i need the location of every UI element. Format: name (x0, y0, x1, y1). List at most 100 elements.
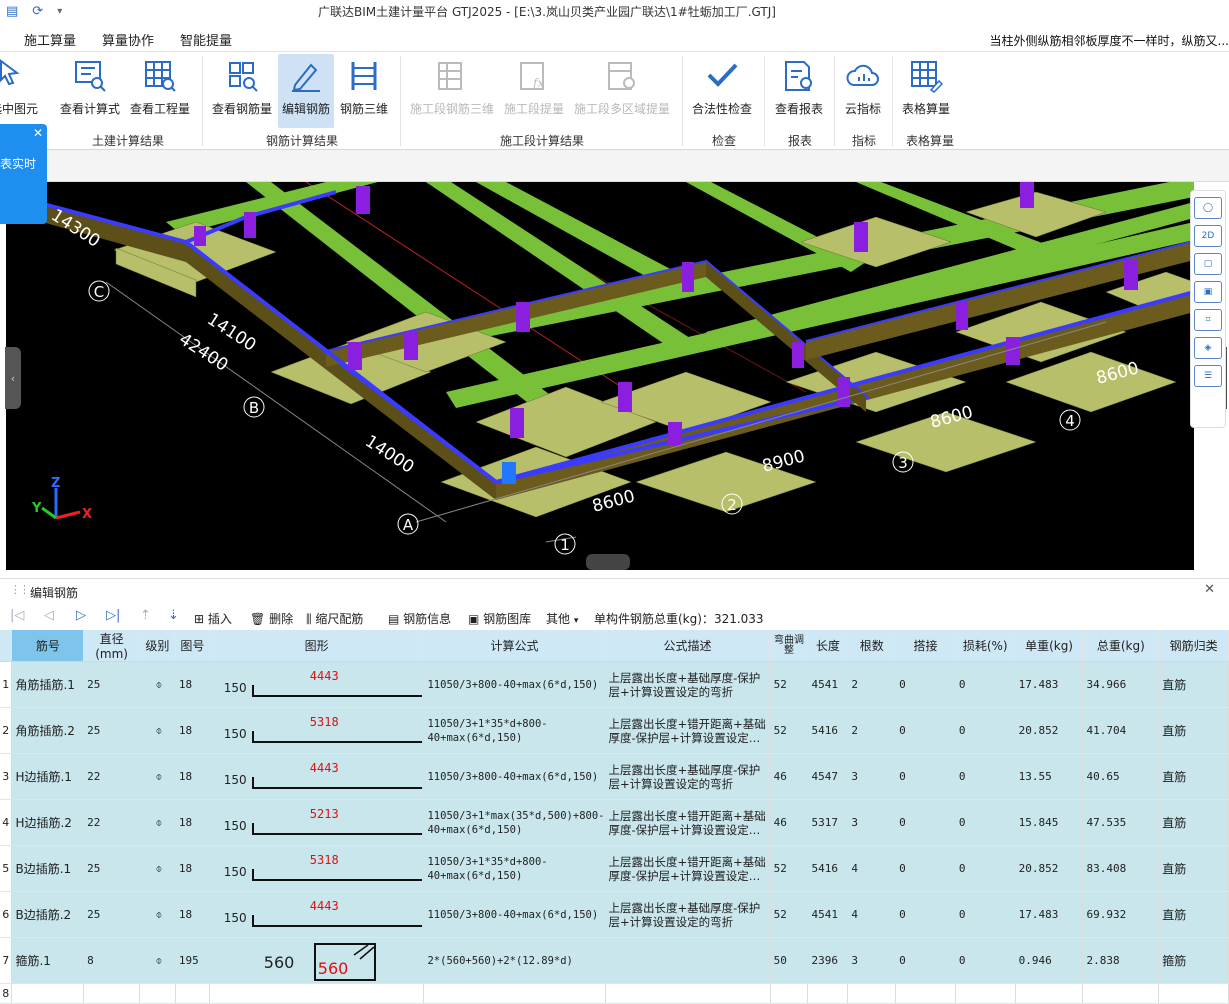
cell-shape[interactable]: 150 5318 (209, 707, 425, 754)
col-header[interactable]: 长度 (807, 630, 849, 662)
notification-popup[interactable]: ✕ 表实时 (0, 124, 47, 224)
cell-bar-name[interactable]: 角筋插筋.2 (11, 707, 85, 754)
cell-bend-adjust[interactable]: 50 (770, 937, 809, 984)
cell-description[interactable]: 上层露出长度+错开距离+基础厚度-保护层+计算设置设定… (605, 845, 771, 892)
col-header[interactable]: 弯曲调整 (770, 630, 809, 662)
table-calc-button[interactable]: 表格算量 (898, 54, 954, 128)
legality-check-button[interactable]: 合法性检查 (690, 54, 754, 128)
cell-count[interactable]: 2 (847, 707, 897, 754)
cell-loss[interactable]: 0 (955, 753, 1016, 800)
cell-count[interactable]: 4 (847, 891, 897, 938)
cell-formula[interactable]: 11050/3+800-40+max(6*d,150) (423, 753, 606, 800)
cell-diameter[interactable]: 25 (83, 891, 141, 938)
cell-shape[interactable]: 150 4443 (209, 753, 425, 800)
tab-construction-calc[interactable]: 施工算量 (24, 30, 76, 49)
cell-figure-no[interactable]: 18 (175, 891, 210, 938)
cell-total-weight[interactable]: 40.65 (1082, 753, 1160, 800)
cell-shape[interactable]: 150 4443 (209, 661, 425, 708)
cell-bar-name[interactable]: H边插筋.1 (11, 753, 85, 800)
cell-category[interactable]: 直筋 (1158, 799, 1229, 846)
cell-count[interactable]: 3 (847, 753, 897, 800)
move-up-icon[interactable]: ⇡ (140, 608, 151, 623)
cell-bar-name[interactable]: 箍筋.1 (11, 937, 85, 984)
cell-shape[interactable]: 150 5213 (209, 799, 425, 846)
cell-length[interactable]: 5416 (807, 707, 849, 754)
cell-unit-weight[interactable]: 0.946 (1015, 937, 1084, 984)
cell-count[interactable]: 2 (847, 661, 897, 708)
cell-length[interactable]: 4547 (807, 753, 849, 800)
empty-cell[interactable] (1082, 983, 1160, 1004)
table-row[interactable]: 7 箍筋.1 8 ⌽ 195 560 560 2*(560+560)+2*(12.… (0, 937, 1229, 984)
cell-unit-weight[interactable]: 20.852 (1015, 845, 1084, 892)
empty-cell[interactable] (770, 983, 809, 1004)
view-formula-button[interactable]: 查看计算式 (58, 54, 122, 128)
3d-solid-icon[interactable]: ▣ (1194, 281, 1222, 303)
rebar-info-button[interactable]: ▤ 钢筋信息 (388, 610, 451, 627)
table-row[interactable]: 6 B边插筋.2 25 ⌽ 18 150 4443 11050/3+800-40+… (0, 891, 1229, 938)
cell-grade[interactable]: ⌽ (139, 799, 176, 846)
prev-record-icon[interactable]: ◁ (44, 608, 54, 623)
cell-bend-adjust[interactable]: 52 (770, 661, 809, 708)
cell-unit-weight[interactable]: 20.852 (1015, 707, 1084, 754)
edit-rebar-button[interactable]: 编辑钢筋 (278, 54, 334, 128)
last-record-icon[interactable]: ▷| (106, 608, 120, 623)
row-number[interactable]: 4 (0, 799, 13, 846)
empty-cell[interactable] (895, 983, 956, 1004)
cell-category[interactable]: 箍筋 (1158, 937, 1229, 984)
empty-cell[interactable] (209, 983, 425, 1004)
save-icon[interactable]: ▤ (6, 4, 18, 19)
cell-shape[interactable]: 150 4443 (209, 891, 425, 938)
empty-cell[interactable] (605, 983, 771, 1004)
cell-loss[interactable]: 0 (955, 661, 1016, 708)
cell-bar-name[interactable]: H边插筋.2 (11, 799, 85, 846)
empty-cell[interactable] (1015, 983, 1084, 1004)
col-header[interactable]: 图号 (175, 630, 210, 662)
row-number[interactable]: 2 (0, 707, 13, 754)
cell-figure-no[interactable]: 18 (175, 661, 210, 708)
delete-button[interactable]: 🗑 删除 (250, 610, 293, 627)
cell-diameter[interactable]: 25 (83, 845, 141, 892)
segment-multi-area-button[interactable]: 施工段多区域提量 (572, 54, 672, 128)
cell-length[interactable]: 5416 (807, 845, 849, 892)
cell-bar-name[interactable]: 角筋插筋.1 (11, 661, 85, 708)
cell-length[interactable]: 4541 (807, 891, 849, 938)
dropdown-icon[interactable]: ▾ (57, 4, 62, 19)
empty-cell[interactable] (423, 983, 606, 1004)
tab-collaboration[interactable]: 算量协作 (102, 30, 154, 49)
cell-grade[interactable]: ⌽ (139, 661, 176, 708)
cell-category[interactable]: 直筋 (1158, 753, 1229, 800)
cell-loss[interactable]: 0 (955, 707, 1016, 754)
col-header[interactable]: 级别 (139, 630, 176, 662)
col-header[interactable]: 单重(kg) (1015, 630, 1084, 662)
cell-shape[interactable]: 150 5318 (209, 845, 425, 892)
cell-unit-weight[interactable]: 17.483 (1015, 891, 1084, 938)
cell-bend-adjust[interactable]: 46 (770, 753, 809, 800)
first-record-icon[interactable]: |◁ (10, 608, 24, 623)
cell-total-weight[interactable]: 69.932 (1082, 891, 1160, 938)
cell-diameter[interactable]: 22 (83, 799, 141, 846)
empty-cell[interactable] (807, 983, 849, 1004)
2d-view-icon[interactable]: 2D (1194, 225, 1222, 247)
3d-view-icon[interactable]: ▢ (1194, 253, 1222, 275)
orbit-icon[interactable]: ◯ (1194, 197, 1222, 219)
cell-figure-no[interactable]: 195 (175, 937, 210, 984)
cell-formula[interactable]: 11050/3+800-40+max(6*d,150) (423, 891, 606, 938)
col-header[interactable]: 公式描述 (605, 630, 771, 662)
cell-description[interactable]: 上层露出长度+错开距离+基础厚度-保护层+计算设置设定… (605, 799, 771, 846)
cell-loss[interactable]: 0 (955, 845, 1016, 892)
empty-cell[interactable] (175, 983, 210, 1004)
table-row[interactable]: 4 H边插筋.2 22 ⌽ 18 150 5213 11050/3+1*max(3… (0, 799, 1229, 846)
collapse-handle[interactable] (586, 554, 630, 570)
insert-button[interactable]: ⊞ 插入 (194, 610, 232, 627)
row-number[interactable]: 5 (0, 845, 13, 892)
move-down-icon[interactable]: ⇣ (168, 608, 179, 623)
cell-unit-weight[interactable]: 17.483 (1015, 661, 1084, 708)
cell-total-weight[interactable]: 41.704 (1082, 707, 1160, 754)
table-row-empty[interactable]: 8 (0, 983, 1229, 1004)
cell-lap[interactable]: 0 (895, 753, 956, 800)
cell-shape[interactable]: 560 560 (209, 937, 425, 984)
3d-viewport[interactable]: 14300 14100 42400 14000 8600 8900 8600 8… (6, 182, 1194, 570)
cell-formula[interactable]: 11050/3+800-40+max(6*d,150) (423, 661, 606, 708)
view-quantity-button[interactable]: 查看工程量 (128, 54, 192, 128)
cell-figure-no[interactable]: 18 (175, 799, 210, 846)
